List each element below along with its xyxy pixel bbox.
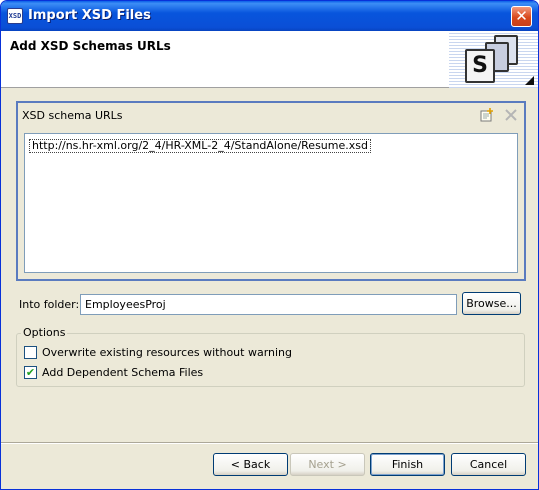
add-dependent-option[interactable]: ✔ Add Dependent Schema Files — [24, 366, 203, 380]
options-group: Options Overwrite existing resources wit… — [16, 326, 525, 387]
xsd-schema-icon: S — [449, 31, 538, 88]
add-dependent-label: Add Dependent Schema Files — [42, 366, 204, 379]
into-folder-input[interactable]: EmployeesProj — [80, 294, 457, 315]
close-button[interactable]: ✕ — [511, 6, 532, 27]
cancel-button[interactable]: Cancel — [451, 453, 526, 476]
corner-arrow-icon — [525, 76, 534, 85]
remove-url-icon[interactable] — [504, 108, 518, 122]
close-icon: ✕ — [515, 7, 528, 25]
schema-s-icon: S — [465, 49, 495, 83]
button-separator — [1, 442, 538, 444]
import-xsd-dialog: XSD Import XSD Files ✕ Add XSD Schemas U… — [0, 0, 539, 490]
schema-url-list[interactable]: http://ns.hr-xml.org/2_4/HR-XML-2_4/Stan… — [24, 133, 518, 273]
title-bar[interactable]: XSD Import XSD Files ✕ — [1, 1, 538, 31]
add-url-icon[interactable] — [480, 108, 494, 122]
overwrite-option[interactable]: Overwrite existing resources without war… — [24, 346, 292, 360]
schema-urls-title: XSD schema URLs — [22, 109, 123, 122]
overwrite-label: Overwrite existing resources without war… — [42, 346, 293, 359]
window-title: Import XSD Files — [28, 8, 151, 23]
wizard-header: Add XSD Schemas URLs S — [1, 31, 538, 88]
list-item[interactable]: http://ns.hr-xml.org/2_4/HR-XML-2_4/Stan… — [29, 139, 371, 153]
page-title: Add XSD Schemas URLs — [10, 39, 171, 53]
add-dependent-checkbox[interactable]: ✔ — [24, 366, 37, 379]
schema-urls-group: XSD schema URLs http://ns.hr-xml.org/2_4… — [16, 101, 526, 281]
app-icon: XSD — [7, 8, 23, 24]
next-button[interactable]: Next > — [290, 453, 365, 476]
back-button[interactable]: < Back — [213, 453, 288, 476]
browse-button[interactable]: Browse... — [462, 292, 521, 315]
overwrite-checkbox[interactable] — [24, 346, 37, 359]
checkmark-icon: ✔ — [25, 366, 36, 379]
options-legend: Options — [21, 326, 68, 339]
into-folder-label: Into folder: — [19, 298, 80, 311]
finish-button[interactable]: Finish — [370, 453, 445, 476]
